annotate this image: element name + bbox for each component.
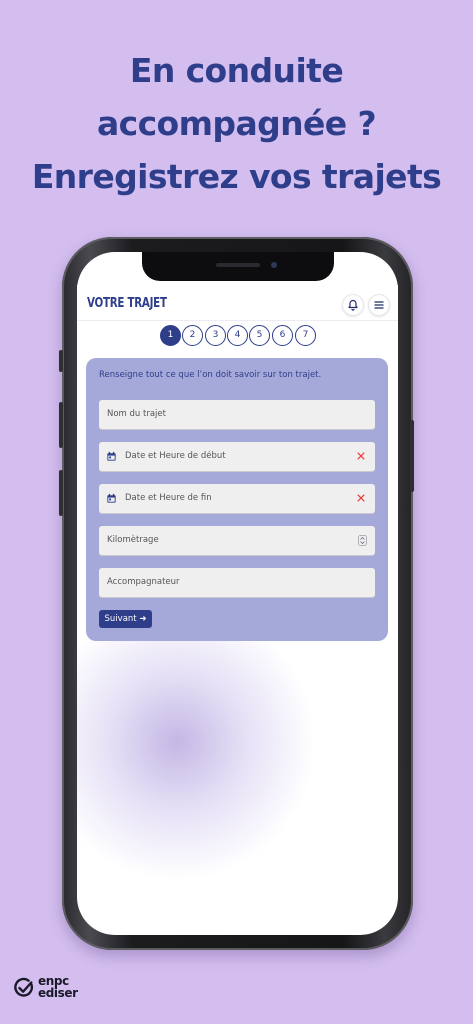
headline-line-3: Enregistrez vos trajets: [31, 157, 442, 196]
number-spinner-icon[interactable]: [358, 535, 367, 546]
step-4[interactable]: 4: [227, 325, 248, 346]
headline-line-2: accompagnée ?: [96, 104, 377, 143]
phone-volume-down: [59, 470, 63, 516]
step-6[interactable]: 6: [272, 325, 293, 346]
step-3[interactable]: 3: [205, 325, 226, 346]
step-2[interactable]: 2: [182, 325, 203, 346]
clear-end-icon[interactable]: [356, 493, 366, 503]
marketing-headline: En conduite accompagnée ? Enregistrez vo…: [0, 44, 473, 203]
step-7[interactable]: 7: [295, 325, 316, 346]
trip-name-field[interactable]: Nom du trajet: [99, 400, 375, 429]
step-1[interactable]: 1: [160, 325, 181, 346]
mileage-placeholder: Kilomètrage: [107, 535, 159, 545]
phone-mute-switch: [59, 350, 63, 372]
brand-logo-text: enpc ediser: [38, 975, 78, 999]
trip-name-placeholder: Nom du trajet: [107, 409, 166, 419]
menu-icon: [374, 301, 384, 309]
start-datetime-field[interactable]: Date et Heure de début: [99, 442, 375, 471]
form-intro-text: Renseigne tout ce que l’on doit savoir s…: [99, 370, 322, 380]
companion-field[interactable]: Accompagnateur: [99, 568, 375, 597]
headline-line-1: En conduite: [129, 51, 344, 90]
next-button[interactable]: Suivant ➜: [99, 610, 152, 628]
menu-button[interactable]: [369, 295, 389, 315]
end-datetime-placeholder: Date et Heure de fin: [125, 493, 212, 503]
step-5[interactable]: 5: [249, 325, 270, 346]
calendar-icon: [107, 493, 116, 503]
app-title: VOTRE TRAJET: [87, 296, 167, 311]
calendar-icon: [107, 451, 116, 461]
companion-placeholder: Accompagnateur: [107, 577, 180, 587]
phone-power-button: [410, 420, 414, 492]
brand-line-2: ediser: [38, 986, 78, 1000]
start-datetime-placeholder: Date et Heure de début: [125, 451, 226, 461]
end-datetime-field[interactable]: Date et Heure de fin: [99, 484, 375, 513]
screen-background-glow: [77, 602, 317, 882]
phone-speaker: [216, 263, 260, 267]
bell-icon: [348, 299, 358, 311]
mileage-field[interactable]: Kilomètrage: [99, 526, 375, 555]
notifications-button[interactable]: [343, 295, 363, 315]
clear-start-icon[interactable]: [356, 451, 366, 461]
phone-camera: [271, 262, 277, 268]
phone-volume-up: [59, 402, 63, 448]
enpc-ediser-logo-icon: [14, 977, 34, 997]
